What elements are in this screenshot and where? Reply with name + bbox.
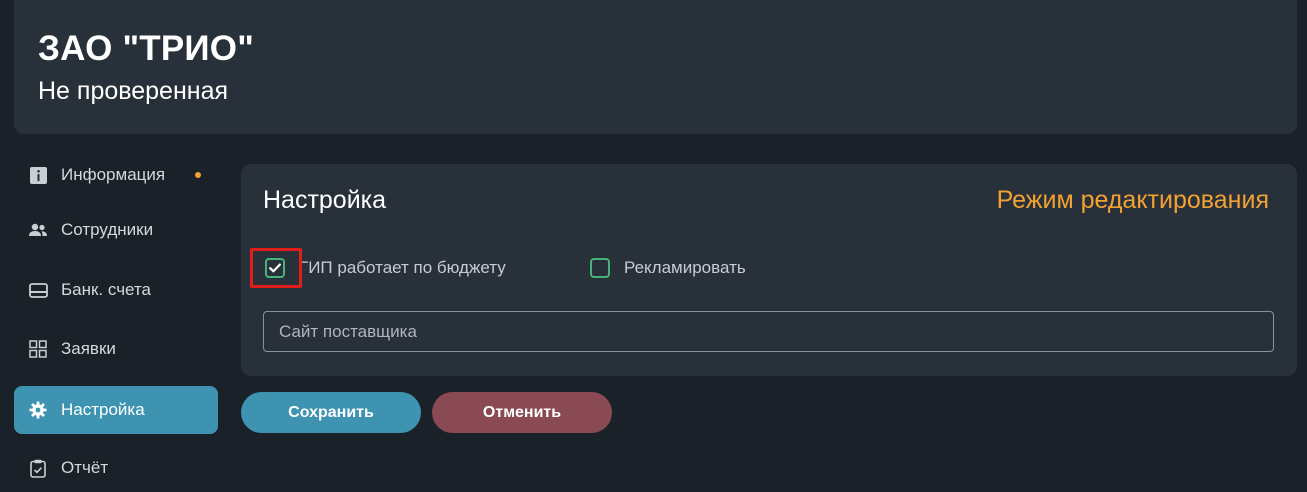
sidebar-item-label: Заявки — [61, 339, 116, 358]
gear-icon — [28, 400, 48, 420]
users-icon — [28, 220, 48, 240]
clipboard-icon — [28, 458, 48, 478]
sidebar-item-requests[interactable]: Заявки — [14, 325, 218, 373]
info-icon — [28, 165, 48, 185]
advertise-checkbox-label: Рекламировать — [624, 258, 746, 277]
budget-checkbox-label: ГИП работает по бюджету — [299, 258, 506, 277]
sidebar-item-label: Сотрудники — [61, 220, 154, 239]
cancel-button[interactable]: Отменить — [432, 392, 612, 433]
panel-title: Настройка — [263, 186, 387, 214]
supplier-site-input[interactable] — [263, 311, 1274, 352]
sidebar-item-report[interactable]: Отчёт — [14, 444, 218, 492]
sidebar-item-label: Информация — [61, 165, 166, 184]
sidebar-item-info[interactable]: Информация — [14, 151, 218, 199]
company-name: ЗАО "ТРИО" — [38, 29, 254, 68]
card-icon — [28, 280, 48, 300]
advertise-checkbox[interactable] — [590, 258, 610, 278]
page: ЗАО "ТРИО" Не проверенная Информация Сот… — [0, 0, 1307, 492]
settings-panel: Настройка Режим редактирования ГИП работ… — [241, 164, 1297, 376]
sidebar-item-label: Отчёт — [61, 458, 109, 477]
save-button[interactable]: Сохранить — [241, 392, 421, 433]
sidebar-item-bank-accounts[interactable]: Банк. счета — [14, 266, 218, 314]
sidebar-item-label: Банк. счета — [61, 280, 151, 299]
edit-mode-label: Режим редактирования — [996, 186, 1269, 214]
advertise-checkbox-row: Рекламировать — [590, 256, 746, 280]
sidebar-item-settings[interactable]: Настройка — [14, 386, 218, 434]
sidebar-item-employees[interactable]: Сотрудники — [14, 206, 218, 254]
grid-icon — [28, 339, 48, 359]
company-header: ЗАО "ТРИО" Не проверенная — [14, 0, 1297, 134]
company-status: Не проверенная — [38, 77, 229, 105]
highlight-box — [250, 248, 302, 288]
sidebar-item-label: Настройка — [61, 400, 145, 419]
notification-dot — [195, 172, 201, 178]
